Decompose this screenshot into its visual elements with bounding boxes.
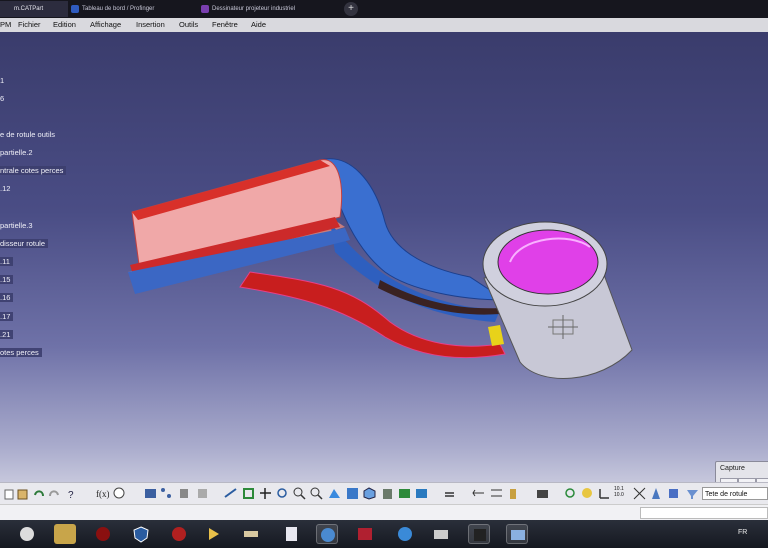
iso-view-icon[interactable] — [363, 487, 376, 500]
capture-panel-title: Capture — [720, 465, 745, 472]
formula-icon[interactable]: f(x) — [96, 487, 109, 500]
paste-icon[interactable] — [16, 487, 29, 500]
compass-icon[interactable] — [650, 487, 663, 500]
camera-icon[interactable] — [536, 487, 549, 500]
fit-all-icon[interactable] — [242, 487, 255, 500]
measure-item-icon[interactable] — [490, 487, 503, 500]
internet-explorer-icon[interactable] — [394, 524, 416, 544]
menu-outils[interactable]: Outils — [179, 20, 198, 29]
tab-dessinateur[interactable]: Dessinateur projeteur industriel — [198, 1, 340, 17]
menu-aide[interactable]: Aide — [251, 20, 266, 29]
hide-show-icon[interactable] — [398, 487, 411, 500]
tree-icon[interactable] — [160, 487, 173, 500]
user-avatar-icon[interactable] — [16, 524, 38, 544]
media-icon[interactable] — [92, 524, 114, 544]
swap-visible-icon[interactable] — [415, 487, 428, 500]
pan-icon[interactable] — [259, 487, 272, 500]
3d-viewport[interactable]: 1 6 e de rotule outils partielle.2 ntral… — [0, 32, 768, 482]
measure-inertia-icon[interactable] — [507, 487, 520, 500]
rotate-icon[interactable] — [276, 487, 289, 500]
multi-view-icon[interactable] — [346, 487, 359, 500]
file-explorer-icon[interactable] — [54, 524, 76, 544]
status-bar — [0, 504, 768, 521]
play-icon[interactable] — [202, 524, 224, 544]
analysis-icon[interactable] — [196, 487, 209, 500]
menu-insertion[interactable]: Insertion — [136, 20, 165, 29]
axis-icon[interactable] — [598, 487, 611, 500]
new-tab-button[interactable]: + — [344, 2, 358, 16]
current-layer-select[interactable]: Tete de rotule — [702, 487, 768, 500]
os-taskbar: FR — [0, 520, 768, 548]
menu-bar: PM Fichier Edition Affichage Insertion O… — [0, 18, 768, 33]
filter-icon[interactable] — [686, 487, 699, 500]
help-icon[interactable]: ? — [66, 487, 79, 500]
redo-icon[interactable] — [48, 487, 61, 500]
comment-icon[interactable] — [113, 487, 126, 500]
knowledge-icon[interactable] — [581, 487, 594, 500]
gear-icon[interactable] — [168, 524, 190, 544]
tab-catpart[interactable]: m.CATPart — [0, 1, 68, 17]
undo-icon[interactable] — [32, 487, 45, 500]
svg-text:f(x): f(x) — [96, 489, 109, 499]
tab-label: m.CATPart — [14, 6, 44, 12]
refresh-icon[interactable] — [564, 487, 577, 500]
3d-viewer-icon[interactable] — [468, 524, 490, 544]
zoom-scale-bottom: 10.0 — [614, 492, 624, 498]
shield-icon[interactable] — [130, 524, 152, 544]
menu-affichage[interactable]: Affichage — [90, 20, 121, 29]
zoom-out-icon[interactable] — [310, 487, 323, 500]
print-icon[interactable] — [430, 524, 452, 544]
browser-tab-strip: m.CATPart Tableau de bord / Profinger De… — [0, 0, 768, 18]
grid-icon[interactable] — [633, 487, 646, 500]
browser-icon[interactable] — [316, 524, 338, 544]
capture-panel: Capture — [715, 461, 768, 482]
language-indicator[interactable]: FR — [738, 529, 747, 536]
bottom-toolbar: ? f(x) 10.1 10.0 Tete de rotule — [0, 482, 768, 505]
tab-label: Tableau de bord / Profinger — [82, 6, 155, 12]
menu-fenetre[interactable]: Fenêtre — [212, 20, 238, 29]
update-icon[interactable] — [443, 487, 456, 500]
normal-view-icon[interactable] — [328, 487, 341, 500]
menu-fichier[interactable]: Fichier — [18, 20, 41, 29]
svg-text:?: ? — [68, 490, 74, 500]
shading-icon[interactable] — [381, 487, 394, 500]
tab-profinger[interactable]: Tableau de bord / Profinger — [68, 1, 198, 17]
catia-icon[interactable] — [354, 524, 376, 544]
menu-edition[interactable]: Edition — [53, 20, 76, 29]
window-icon[interactable] — [506, 524, 528, 544]
document-icon[interactable] — [280, 524, 302, 544]
copy-icon[interactable] — [2, 487, 15, 500]
sketch-icon[interactable] — [178, 487, 191, 500]
table-icon[interactable] — [144, 487, 157, 500]
zoom-scale-readout[interactable]: 10.1 10.0 — [614, 486, 624, 498]
zoom-in-icon[interactable] — [293, 487, 306, 500]
site-favicon-icon — [201, 5, 209, 13]
measure-between-icon[interactable] — [472, 487, 485, 500]
tab-label: Dessinateur projeteur industriel — [212, 6, 296, 12]
3d-part-model[interactable] — [0, 32, 768, 482]
site-favicon-icon — [71, 5, 79, 13]
hand-icon[interactable] — [240, 524, 262, 544]
menu-pm[interactable]: PM — [0, 20, 11, 29]
command-input[interactable] — [640, 507, 768, 519]
layers-icon[interactable] — [667, 487, 680, 500]
fly-mode-icon[interactable] — [224, 487, 237, 500]
